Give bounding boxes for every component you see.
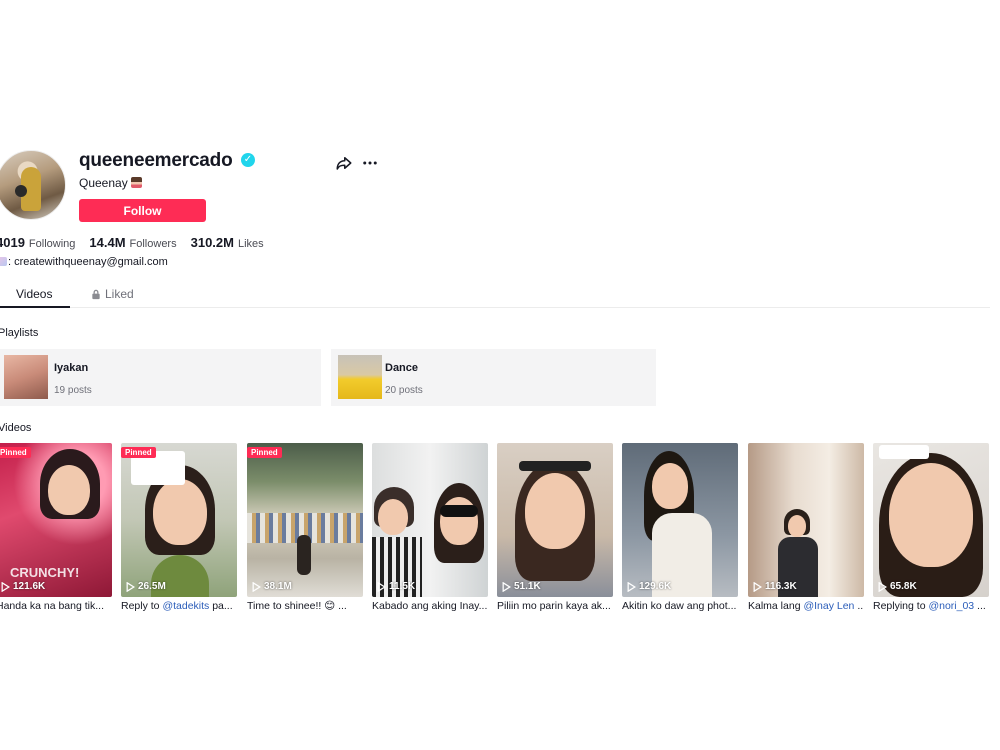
view-count: 51.1K [502, 581, 541, 592]
playlist-count: 19 posts [54, 385, 92, 396]
tab-videos[interactable]: Videos [16, 287, 52, 301]
view-count: 116.3K [753, 581, 797, 592]
video-cover: CRUNCHY! Pinned 121.6K [0, 443, 112, 597]
tab-liked[interactable]: Liked [91, 287, 134, 301]
video-item[interactable]: Pinned 26.5M Reply to @tadekits pa... [121, 443, 237, 612]
video-item[interactable]: CRUNCHY! Pinned 121.6K Handa ka na bang … [0, 443, 112, 612]
video-caption: Piliin mo parin kaya ak... [497, 600, 611, 612]
caption-mention[interactable]: @Inay Len [803, 600, 854, 612]
video-cover: 65.8K [873, 443, 989, 597]
video-caption: Replying to @nori_03 ... [873, 600, 986, 612]
playlist-thumbnail [4, 355, 48, 399]
playlist-card-dance[interactable]: Dance 20 posts [331, 349, 656, 406]
play-icon [1, 581, 10, 592]
video-caption: Kalma lang @Inay Len ... [748, 600, 864, 612]
more-icon[interactable] [361, 154, 379, 172]
follow-button[interactable]: Follow [79, 199, 206, 222]
video-cover: 129.6K [622, 443, 738, 597]
playlist-name: Dance [385, 362, 419, 374]
caption-mention[interactable]: @tadekits [162, 600, 209, 612]
nickname-emoji-icon [130, 177, 142, 188]
avatar-detail [15, 185, 27, 197]
video-item[interactable]: 11.5K Kabado ang aking Inay... [372, 443, 488, 612]
pinned-badge: Pinned [247, 447, 282, 458]
videos-heading: Videos [0, 422, 32, 434]
active-tab-indicator [0, 306, 70, 308]
video-item[interactable]: 51.1K Piliin mo parin kaya ak... [497, 443, 613, 612]
profile-avatar[interactable] [0, 150, 66, 220]
video-caption: Reply to @tadekits pa... [121, 600, 233, 612]
view-count: 121.6K [1, 581, 45, 592]
playlist-count: 20 posts [385, 385, 423, 396]
video-cover: Pinned 26.5M [121, 443, 237, 597]
play-icon [252, 581, 261, 592]
profile-bio: : createwithqueenay@gmail.com [0, 256, 168, 268]
video-caption: Kabado ang aking Inay... [372, 600, 488, 612]
video-cover: Pinned 38.1M [247, 443, 363, 597]
video-cover: 11.5K [372, 443, 488, 597]
profile-stats: 4019Following 14.4MFollowers 310.2MLikes [0, 235, 264, 250]
view-count: 11.5K [377, 581, 415, 592]
video-cover: 116.3K [748, 443, 864, 597]
video-item[interactable]: Pinned 38.1M Time to shinee!! 😊 ... [247, 443, 363, 612]
video-caption: Time to shinee!! 😊 ... [247, 600, 347, 612]
view-count: 26.5M [126, 581, 166, 592]
video-cover: 51.1K [497, 443, 613, 597]
playlists-heading: Playlists [0, 327, 39, 339]
play-icon [377, 581, 386, 592]
play-icon [126, 581, 135, 592]
caption-mention[interactable]: @nori_03 [928, 600, 974, 612]
stat-followers[interactable]: 14.4M Followers [89, 235, 176, 250]
playlist-card-iyakan[interactable]: Iyakan 19 posts [0, 349, 321, 406]
play-icon [627, 581, 636, 592]
video-item[interactable]: 129.6K Akitin ko daw ang phot... [622, 443, 738, 612]
profile-tabs: Videos Liked [0, 282, 990, 308]
profile-username: queeneemercado [79, 150, 233, 171]
video-overlay-text: CRUNCHY! [10, 565, 80, 580]
playlist-thumbnail [338, 355, 382, 399]
stat-likes: 310.2M Likes [190, 235, 264, 250]
playlist-name: Iyakan [54, 362, 89, 374]
video-item[interactable]: 65.8K Replying to @nori_03 ... [873, 443, 989, 612]
stat-following[interactable]: 4019Following [0, 235, 75, 250]
lock-icon [92, 289, 100, 299]
video-caption: Handa ka na bang tik... [0, 600, 104, 612]
profile-nickname: Queenay [79, 176, 142, 190]
verified-badge-icon: ✓ [241, 153, 255, 167]
mail-emoji-icon [0, 257, 7, 266]
view-count: 65.8K [878, 581, 917, 592]
pinned-badge: Pinned [0, 447, 31, 458]
pinned-badge: Pinned [121, 447, 156, 458]
view-count: 38.1M [252, 581, 292, 592]
video-caption: Akitin ko daw ang phot... [622, 600, 737, 612]
play-icon [878, 581, 887, 592]
video-item[interactable]: 116.3K Kalma lang @Inay Len ... [748, 443, 864, 612]
play-icon [502, 581, 511, 592]
share-icon[interactable] [335, 154, 353, 172]
view-count: 129.6K [627, 581, 671, 592]
play-icon [753, 581, 762, 592]
